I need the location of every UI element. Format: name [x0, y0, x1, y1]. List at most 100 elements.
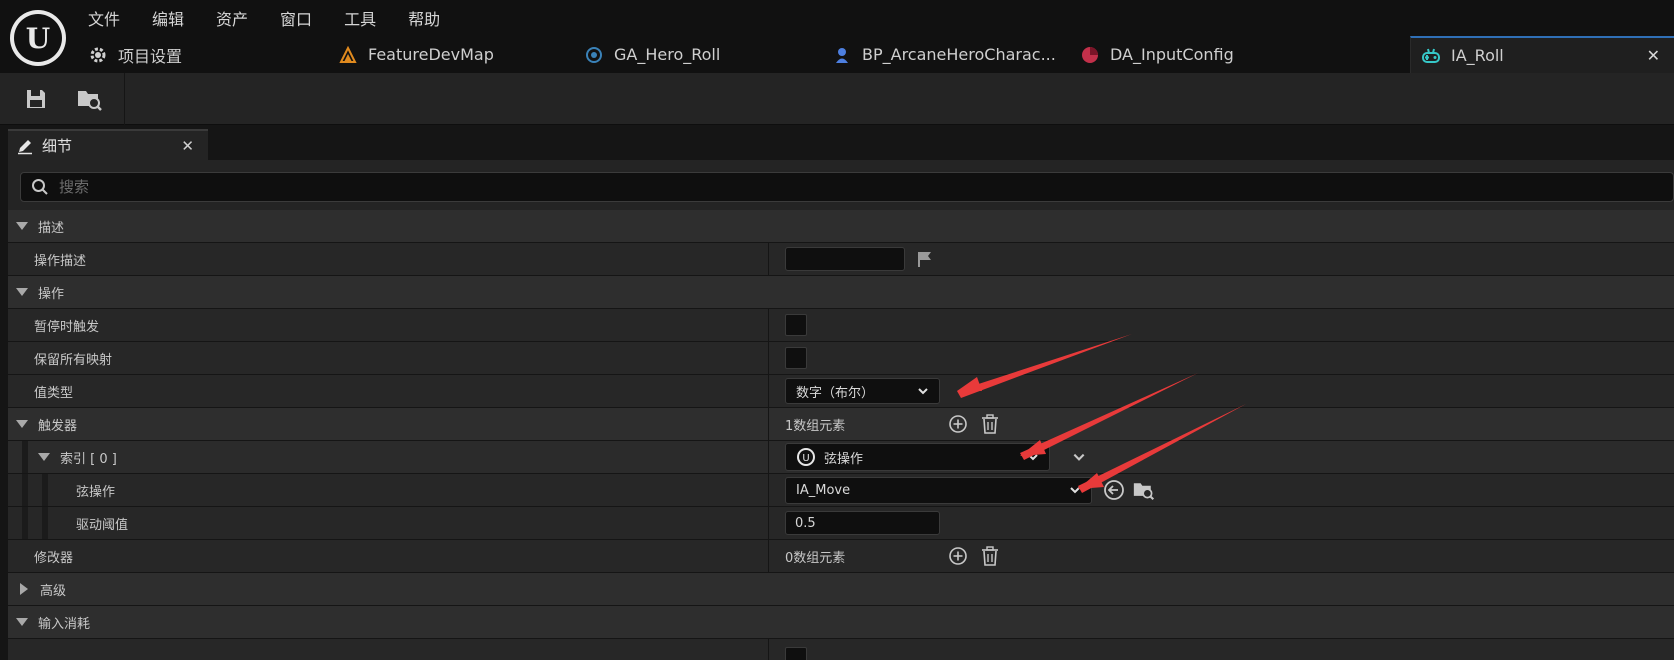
close-details-icon[interactable]: ✕ — [181, 137, 194, 155]
tab-label: FeatureDevMap — [368, 45, 494, 64]
collapse-arrow-icon — [16, 618, 28, 626]
category-label: 输入消耗 — [38, 616, 91, 632]
trigger-when-paused-checkbox[interactable] — [785, 314, 807, 336]
add-element-icon[interactable] — [946, 412, 970, 436]
row-modifiers: 修改器 0数组元素 — [8, 540, 1674, 573]
menu-help[interactable]: 帮助 — [408, 6, 456, 32]
tab-label: 项目设置 — [118, 46, 183, 66]
add-element-icon[interactable] — [946, 544, 970, 568]
trash-icon[interactable] — [978, 412, 1002, 436]
svg-text:U: U — [802, 453, 809, 464]
browse-asset-icon[interactable] — [1132, 478, 1156, 502]
value-type-selected: 数字（布尔） — [796, 385, 875, 401]
menu-bar: 文件 编辑 资产 窗口 工具 帮助 — [88, 6, 472, 32]
row-partial — [8, 639, 1674, 660]
collapse-arrow-icon — [16, 420, 28, 428]
property-label: 保留所有映射 — [34, 352, 113, 368]
property-label: 驱动阈值 — [76, 517, 129, 533]
chevron-down-icon — [1028, 454, 1038, 461]
chevron-down-icon — [918, 388, 928, 395]
chord-action-asset-picker[interactable]: IA_Move — [785, 476, 1092, 504]
tab-project-settings[interactable]: 项目设置 — [88, 36, 182, 73]
collapse-arrow-icon — [16, 222, 28, 230]
row-action-description: 操作描述 — [8, 243, 1674, 276]
value-type-dropdown[interactable]: 数字（布尔） — [785, 378, 940, 404]
trigger-class-selected: 弦操作 — [824, 451, 864, 467]
title-bar: U 文件 编辑 资产 窗口 工具 帮助 项目设置 FeatureDevMap G… — [0, 0, 1674, 73]
menu-window[interactable]: 窗口 — [280, 6, 328, 32]
row-actuation-threshold: 驱动阈值 0.5 — [8, 507, 1674, 540]
consumption-checkbox[interactable] — [785, 647, 807, 660]
search-icon — [32, 179, 48, 195]
modifiers-count: 0数组元素 — [785, 550, 846, 566]
property-label: 修改器 — [34, 550, 74, 566]
row-value-type: 值类型 数字（布尔） — [8, 375, 1674, 408]
property-label: 弦操作 — [76, 484, 116, 500]
menu-tools[interactable]: 工具 — [344, 6, 392, 32]
category-label: 操作 — [38, 286, 65, 302]
category-input-consumption[interactable]: 输入消耗 — [8, 606, 1674, 639]
property-list: 描述 操作描述 操作 暂停时触发 保留所有映射 值类型 数字（布尔） 触发器 1… — [8, 210, 1674, 660]
unreal-logo-icon[interactable]: U — [10, 10, 66, 66]
menu-edit[interactable]: 编辑 — [152, 6, 200, 32]
tab-ga-hero-roll[interactable]: GA_Hero_Roll — [584, 36, 720, 73]
row-reserve-all-mappings: 保留所有映射 — [8, 342, 1674, 375]
triggers-count: 1数组元素 — [785, 418, 846, 434]
menu-file[interactable]: 文件 — [88, 6, 136, 32]
reserve-all-mappings-checkbox[interactable] — [785, 347, 807, 369]
ability-icon — [584, 45, 604, 65]
category-triggers[interactable]: 触发器 1数组元素 — [8, 408, 1674, 441]
tab-label: IA_Roll — [1451, 46, 1504, 65]
collapse-arrow-icon[interactable] — [38, 453, 50, 461]
document-tabs: 项目设置 FeatureDevMap GA_Hero_Roll BP_Arcan… — [76, 36, 1674, 73]
property-label: 暂停时触发 — [34, 319, 100, 335]
input-action-icon — [1421, 46, 1441, 66]
character-icon — [832, 45, 852, 65]
expand-arrow-icon — [20, 583, 28, 595]
edit-pencil-icon — [16, 137, 34, 155]
property-label: 值类型 — [34, 385, 74, 401]
tab-label: DA_InputConfig — [1110, 45, 1234, 64]
trigger-class-dropdown[interactable]: U 弦操作 — [785, 443, 1050, 471]
menu-asset[interactable]: 资产 — [216, 6, 264, 32]
actuation-threshold-field[interactable]: 0.5 — [785, 511, 940, 535]
tab-label: BP_ArcaneHeroCharac... — [862, 45, 1056, 64]
save-button[interactable] — [16, 81, 56, 117]
category-action[interactable]: 操作 — [8, 276, 1674, 309]
category-label: 高级 — [40, 583, 67, 599]
row-chord-action: 弦操作 IA_Move — [8, 474, 1674, 507]
details-panel: 描述 操作描述 操作 暂停时触发 保留所有映射 值类型 — [8, 160, 1674, 660]
category-label: 触发器 — [38, 418, 78, 434]
tab-label: GA_Hero_Roll — [614, 45, 721, 64]
action-description-field[interactable] — [785, 247, 905, 271]
trash-icon[interactable] — [978, 544, 1002, 568]
tab-bp-arcanehero[interactable]: BP_ArcaneHeroCharac... — [832, 36, 1056, 73]
row-index-0: 索引 [ 0 ] U 弦操作 — [8, 441, 1674, 474]
toolbar-divider — [124, 73, 125, 125]
property-label: 索引 [ 0 ] — [60, 451, 117, 467]
unreal-class-icon: U — [797, 448, 815, 466]
tab-da-inputconfig[interactable]: DA_InputConfig — [1080, 36, 1234, 73]
chevron-down-icon — [1070, 487, 1080, 494]
tab-featuredevmap[interactable]: FeatureDevMap — [338, 36, 494, 73]
collapse-arrow-icon — [16, 288, 28, 296]
data-asset-icon — [1080, 45, 1100, 65]
row-trigger-when-paused: 暂停时触发 — [8, 309, 1674, 342]
expand-chevron-icon[interactable] — [1072, 450, 1086, 464]
toolbar — [0, 73, 1674, 125]
browse-to-asset-button[interactable] — [70, 81, 110, 117]
category-label: 描述 — [38, 220, 65, 236]
search-box — [20, 172, 1674, 202]
details-tab[interactable]: 细节 ✕ — [8, 129, 208, 160]
close-tab-icon[interactable]: ✕ — [1647, 46, 1660, 65]
search-input[interactable] — [59, 178, 459, 196]
use-selected-asset-icon[interactable] — [1102, 478, 1126, 502]
gear-icon — [88, 45, 108, 65]
panel-tab-strip: 细节 ✕ — [0, 125, 1674, 160]
tab-ia-roll[interactable]: IA_Roll ✕ — [1410, 36, 1674, 73]
localization-flag-icon[interactable] — [917, 250, 933, 268]
details-tab-label: 细节 — [42, 137, 73, 155]
level-icon — [338, 45, 358, 65]
category-description[interactable]: 描述 — [8, 210, 1674, 243]
category-advanced[interactable]: 高级 — [8, 573, 1674, 606]
